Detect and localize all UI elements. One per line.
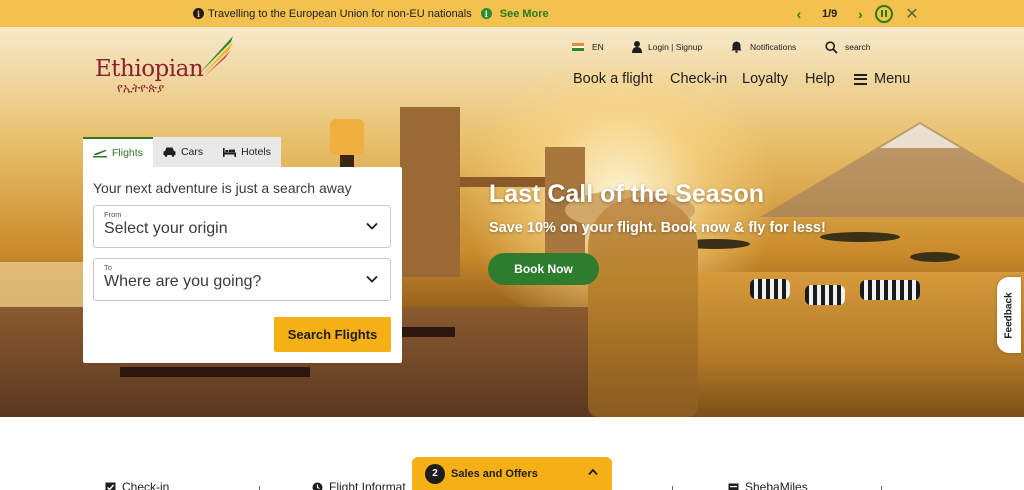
tab-cars-label: Cars (180, 146, 204, 158)
chevron-right-icon[interactable]: › (853, 6, 867, 22)
quick-link-shebamiles[interactable]: ShebaMiles (728, 480, 808, 490)
login-label: Login | Signup (648, 42, 703, 52)
bench-illustration (400, 327, 455, 337)
quick-link-flight-info[interactable]: Flight Informat (312, 480, 406, 490)
quick-link-checkin[interactable]: Check-in (105, 480, 169, 490)
tab-cars[interactable]: Cars (152, 137, 214, 167)
destination-value: Where are you going? (104, 273, 262, 290)
nav-book-flight[interactable]: Book a flight (573, 69, 653, 89)
india-flag-icon (572, 43, 584, 52)
chevron-up-icon (588, 468, 598, 476)
user-icon (632, 41, 642, 53)
booking-tabs: Flights Cars Hotels (83, 137, 281, 167)
card-icon (728, 483, 739, 490)
chevron-left-icon[interactable]: ‹ (792, 6, 806, 22)
promo-title: Last Call of the Season (489, 180, 765, 208)
language-label: EN (592, 42, 604, 52)
sales-offers-drawer[interactable]: 2 Sales and Offers (412, 457, 612, 490)
pause-button[interactable] (875, 4, 894, 23)
logo-wordmark: Ethiopian (95, 56, 204, 82)
menu-label: Menu (874, 71, 911, 87)
offers-count-badge: 2 (425, 463, 445, 484)
ethiopian-logo[interactable]: Ethiopian የኢትዮጵያ (95, 30, 240, 100)
see-more-link[interactable]: See More (500, 8, 549, 20)
tab-flights-label: Flights (112, 147, 143, 159)
feedback-tab[interactable]: Feedback (997, 277, 1021, 353)
nav-help[interactable]: Help (805, 69, 835, 89)
search-link[interactable]: search (825, 38, 871, 56)
announcement-pager: ‹ 1/9 › ✕ (792, 0, 919, 27)
checkbox-icon (105, 482, 116, 490)
zebra-illustration (750, 279, 790, 299)
bench-illustration (120, 367, 310, 377)
origin-label: From (104, 210, 122, 219)
announcement-bar: i Travelling to the European Union for n… (0, 0, 1024, 27)
search-icon (825, 40, 838, 54)
announcement-text: Travelling to the European Union for non… (208, 7, 472, 20)
zebra-illustration (860, 280, 920, 300)
bed-icon (223, 148, 237, 157)
lamp-icon (330, 119, 364, 155)
info-icon: i (480, 8, 492, 19)
chevron-down-icon (366, 222, 378, 230)
tab-hotels[interactable]: Hotels (213, 137, 281, 167)
tab-hotels-label: Hotels (241, 146, 271, 158)
origin-value: Select your origin (104, 220, 228, 237)
pager-count: 1/9 (822, 7, 838, 20)
plane-icon (93, 149, 107, 158)
info-icon: i (193, 8, 204, 19)
bridge-tower (400, 107, 460, 277)
nav-check-in[interactable]: Check-in (670, 69, 727, 89)
zebra-illustration (805, 285, 845, 305)
notifications-label: Notifications (750, 42, 797, 52)
announcement-message-row: i Travelling to the European Union for n… (193, 0, 549, 27)
bell-icon (731, 41, 742, 53)
book-now-button[interactable]: Book Now (488, 253, 599, 285)
offers-label: Sales and Offers (451, 467, 538, 480)
destination-label: To (104, 263, 112, 272)
search-label: search (845, 42, 871, 52)
quick-link-checkin-label: Check-in (122, 480, 170, 490)
origin-field[interactable]: From Select your origin (93, 205, 391, 248)
quick-link-shebamiles-label: ShebaMiles (745, 480, 808, 490)
hamburger-icon (854, 73, 867, 85)
nav-menu[interactable]: Menu (854, 69, 910, 89)
notifications-link[interactable]: Notifications (731, 38, 796, 56)
language-selector[interactable]: EN (572, 38, 604, 56)
search-headline: Your next adventure is just a search awa… (93, 180, 352, 196)
destination-field[interactable]: To Where are you going? (93, 258, 391, 301)
close-icon[interactable]: ✕ (905, 4, 918, 24)
clock-icon (312, 482, 323, 490)
nav-loyalty[interactable]: Loyalty (742, 69, 788, 89)
promo-subtitle: Save 10% on your flight. Book now & fly … (489, 220, 826, 236)
quick-link-flight-info-label: Flight Informat (329, 480, 406, 490)
login-link[interactable]: Login | Signup (632, 38, 702, 56)
chevron-down-icon (366, 275, 378, 283)
search-flights-button[interactable]: Search Flights (274, 317, 391, 352)
logo-amharic: የኢትዮጵያ (117, 81, 165, 95)
flight-search-panel: Your next adventure is just a search awa… (83, 167, 402, 363)
feedback-label: Feedback (1003, 291, 1015, 339)
car-icon (163, 147, 176, 157)
tab-flights[interactable]: Flights (83, 137, 153, 167)
